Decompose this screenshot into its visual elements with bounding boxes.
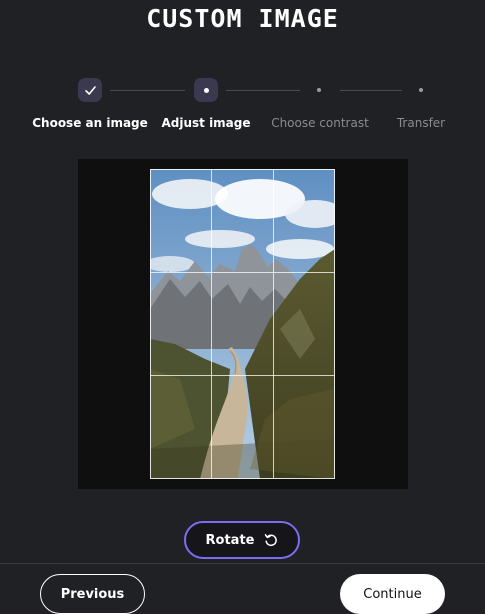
image-editor-stage [78, 159, 408, 489]
progress-stepper: Choose an image Adjust image Choose cont… [0, 78, 485, 138]
grid-line [150, 272, 335, 273]
grid-line [273, 169, 274, 479]
step-connector [226, 90, 300, 91]
rotate-button[interactable]: Rotate [184, 521, 300, 559]
step-active-dot [203, 87, 209, 93]
step-label-choose-image: Choose an image [32, 116, 148, 130]
grid-line [150, 375, 335, 376]
crop-frame[interactable] [150, 169, 335, 479]
step-3-dot [317, 88, 321, 92]
grid-line [211, 169, 212, 479]
previous-button[interactable]: Previous [40, 574, 145, 614]
rotate-button-label: Rotate [205, 532, 255, 548]
rotate-ccw-icon [264, 533, 278, 547]
step-label-choose-contrast: Choose contrast [271, 116, 369, 130]
step-2-active-marker [194, 78, 218, 102]
step-label-adjust-image: Adjust image [161, 116, 251, 130]
step-connector [110, 90, 185, 91]
continue-button[interactable]: Continue [340, 574, 445, 614]
check-icon [84, 84, 97, 97]
step-1-check-marker [78, 78, 102, 102]
step-4-dot [419, 88, 423, 92]
step-connector [340, 90, 402, 91]
page-title: CUSTOM IMAGE [146, 4, 339, 33]
step-label-transfer: Transfer [396, 116, 446, 130]
